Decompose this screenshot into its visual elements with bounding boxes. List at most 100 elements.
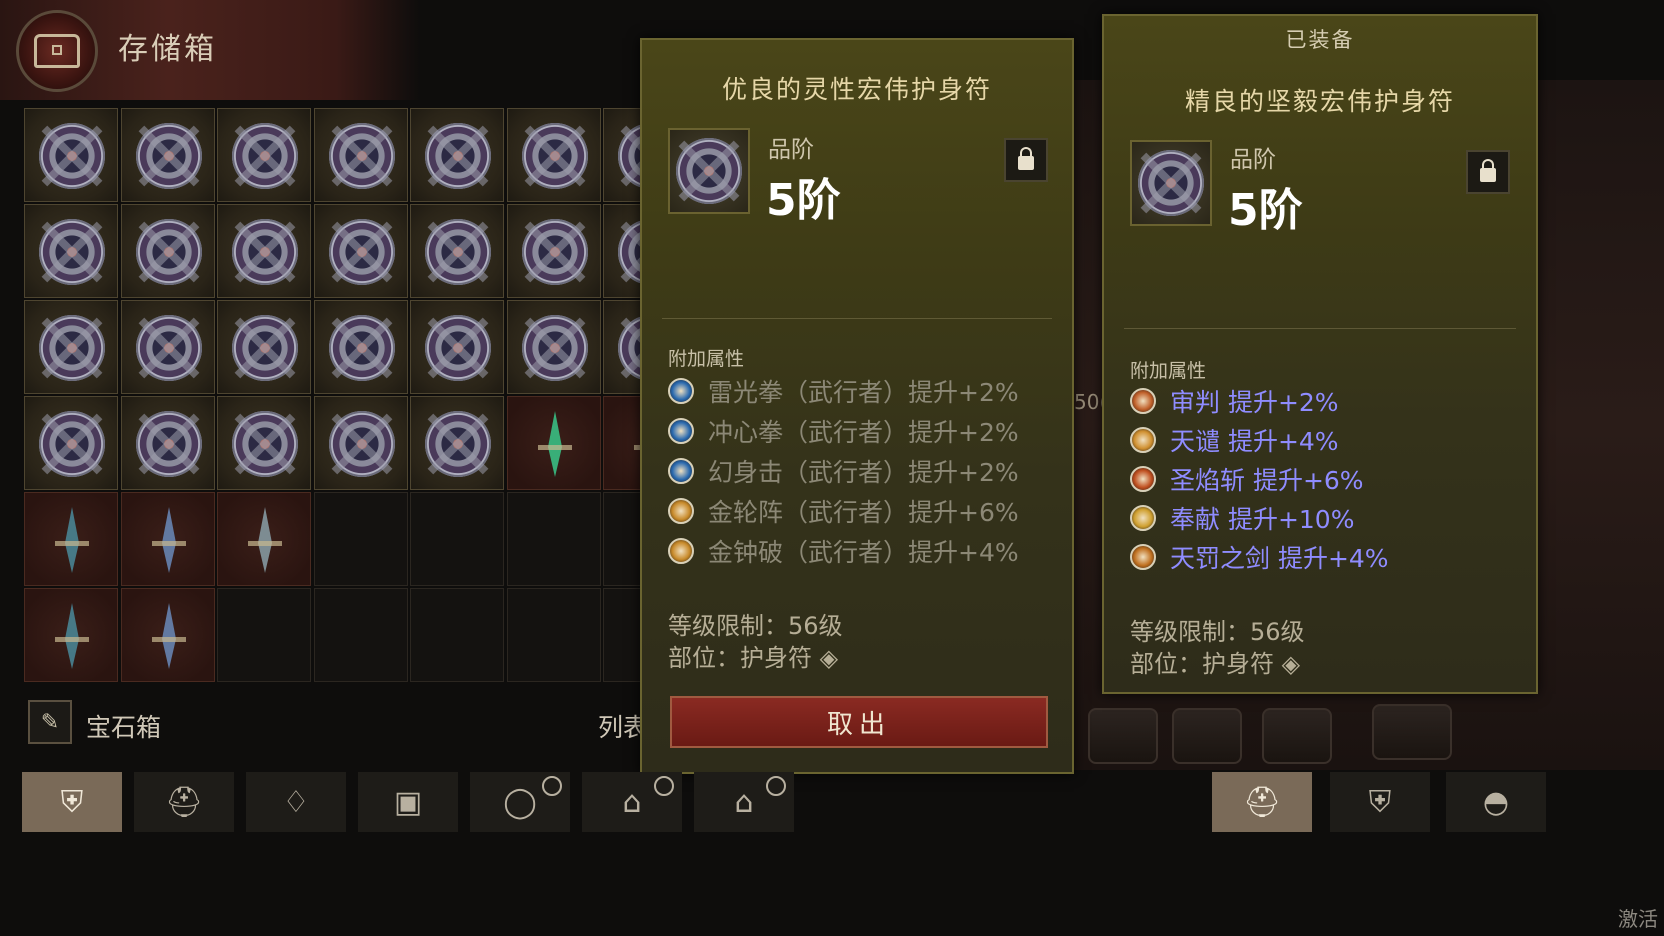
green-gem-icon <box>528 407 582 481</box>
inventory-slot-amulet[interactable] <box>506 300 601 394</box>
inventory-slot-amulet[interactable] <box>410 396 504 490</box>
item-slot-type: 部位：护身符 ◈ <box>668 638 838 673</box>
inventory-slot-amulet[interactable] <box>120 108 215 202</box>
tab-helmet[interactable]: ⛑ <box>1212 772 1312 832</box>
inventory-slot-amulet[interactable] <box>217 300 311 394</box>
item-slot <box>668 128 750 214</box>
item-name: 优良的灵性宏伟护身符 <box>721 75 992 104</box>
inventory-slot-amulet[interactable] <box>506 204 601 298</box>
attribute-row: 金轮阵（武行者）提升+6% <box>668 494 1019 528</box>
take-out-button[interactable]: 取出 <box>670 696 1048 748</box>
inventory-slot-amulet[interactable] <box>313 300 408 394</box>
attribute-text: 幻身击（武行者）提升+2% <box>708 458 1019 487</box>
inventory-slot-amulet[interactable] <box>217 204 311 298</box>
barrel <box>1088 708 1158 764</box>
inventory-slot-amulet[interactable] <box>217 396 311 490</box>
judgment-icon <box>1130 388 1156 414</box>
weapon-icon <box>142 503 196 577</box>
stash-title: 存储箱 <box>118 32 217 67</box>
helmet-icon: ⛑ <box>1242 784 1282 820</box>
weapon-icon <box>142 599 196 673</box>
attribute-row: 幻身击（武行者）提升+2% <box>668 454 1019 488</box>
inventory-slot-amulet[interactable] <box>313 204 408 298</box>
inventory-slot-weapon[interactable] <box>120 588 215 682</box>
amulet-icon <box>232 411 298 477</box>
attribute-text: 奉献 提升+10% <box>1170 505 1355 534</box>
helmet-icon: ⛑ <box>164 784 204 820</box>
inventory-slot-weapon[interactable] <box>217 492 311 586</box>
tab-treasure[interactable]: ⌂ <box>694 772 794 832</box>
slot-text: 部位：护身符 <box>668 644 812 672</box>
attribute-row: 天罚之剑 提升+4% <box>1130 540 1389 574</box>
thunder-fist-icon <box>668 378 694 404</box>
inventory-slot-weapon[interactable] <box>506 396 601 490</box>
inventory-slot-weapon[interactable] <box>24 492 118 586</box>
attribute-row: 圣焰斩 提升+6% <box>1130 462 1364 496</box>
amulet-icon <box>328 219 395 285</box>
amulet-icon <box>328 315 395 381</box>
equipped-item-tooltip: 已装备 精良的坚毅宏伟护身符 品阶 5阶 附加属性 等级限制：56级 部位：护身… <box>1102 14 1538 694</box>
inventory-slot-amulet[interactable] <box>313 108 408 202</box>
amulet-icon <box>328 411 395 477</box>
level-requirement: 等级限制：56级 <box>1130 618 1305 646</box>
treasure-icon: ⌂ <box>734 784 754 820</box>
attribute-row: 金钟破（武行者）提升+4% <box>668 534 1019 568</box>
inventory-slot-amulet[interactable] <box>410 300 504 394</box>
amulet-icon <box>39 411 105 477</box>
lock-icon[interactable] <box>1466 150 1510 194</box>
barrel <box>1372 704 1452 760</box>
amulet-icon <box>425 219 491 285</box>
inventory-slot-amulet[interactable] <box>24 396 118 490</box>
grade-label: 品阶 <box>768 137 814 163</box>
grade-value: 5阶 <box>766 175 841 226</box>
amulet-icon <box>521 123 588 189</box>
amulet-icon <box>232 123 298 189</box>
diamond-icon: ◈ <box>819 644 839 672</box>
inventory-slot-amulet[interactable] <box>24 108 118 202</box>
gem-box-icon[interactable]: ✎ <box>28 700 72 744</box>
tab-helmet-crest[interactable]: ⛨ <box>22 772 122 832</box>
inventory-slot-amulet[interactable] <box>24 204 118 298</box>
attribute-text: 天罚之剑 提升+4% <box>1170 544 1389 573</box>
inventory-slot-amulet[interactable] <box>313 396 408 490</box>
inventory-slot-weapon[interactable] <box>24 588 118 682</box>
inventory-slot-weapon[interactable] <box>120 492 215 586</box>
tab-bag[interactable]: ◓ <box>1446 772 1546 832</box>
tab-ring[interactable]: ◯ <box>470 772 570 832</box>
weapon-icon <box>45 503 99 577</box>
tab-helmet-crest[interactable]: ⛨ <box>1330 772 1430 832</box>
amulet-icon <box>521 315 588 381</box>
tab-treasure[interactable]: ⌂ <box>582 772 682 832</box>
amulet-icon <box>328 123 395 189</box>
clock-icon <box>654 776 674 796</box>
amulet-icon <box>425 315 491 381</box>
tab-chest[interactable]: ▣ <box>358 772 458 832</box>
inventory-slot-amulet[interactable] <box>120 396 215 490</box>
tab-helmet[interactable]: ⛑ <box>134 772 234 832</box>
weapon-icon <box>45 599 99 673</box>
attribute-text: 雷光拳（武行者）提升+2% <box>708 378 1019 407</box>
inventory-slot-empty <box>313 588 408 682</box>
inventory-slot-amulet[interactable] <box>506 108 601 202</box>
inventory-slot-amulet[interactable] <box>24 300 118 394</box>
grade-value: 5阶 <box>1228 185 1303 236</box>
inventory-slot-amulet[interactable] <box>410 204 504 298</box>
gem-box-label[interactable]: 宝石箱 <box>86 708 161 744</box>
barrel <box>1262 708 1332 764</box>
inventory-slot-empty <box>506 492 601 586</box>
inventory-slot-amulet[interactable] <box>217 108 311 202</box>
inventory-slot-amulet[interactable] <box>120 300 215 394</box>
divider <box>1124 328 1516 329</box>
amulet-icon <box>1138 150 1204 216</box>
amulet-icon <box>425 123 491 189</box>
golden-wheel-icon <box>668 498 694 524</box>
inventory-slot-amulet[interactable] <box>120 204 215 298</box>
attribute-text: 审判 提升+2% <box>1170 388 1339 417</box>
tab-necklace[interactable]: ♢ <box>246 772 346 832</box>
heart-fist-icon <box>668 418 694 444</box>
divider <box>662 318 1052 319</box>
inventory-slot-amulet[interactable] <box>410 108 504 202</box>
lock-icon[interactable] <box>1004 138 1048 182</box>
amulet-icon <box>232 219 298 285</box>
clock-icon <box>766 776 786 796</box>
